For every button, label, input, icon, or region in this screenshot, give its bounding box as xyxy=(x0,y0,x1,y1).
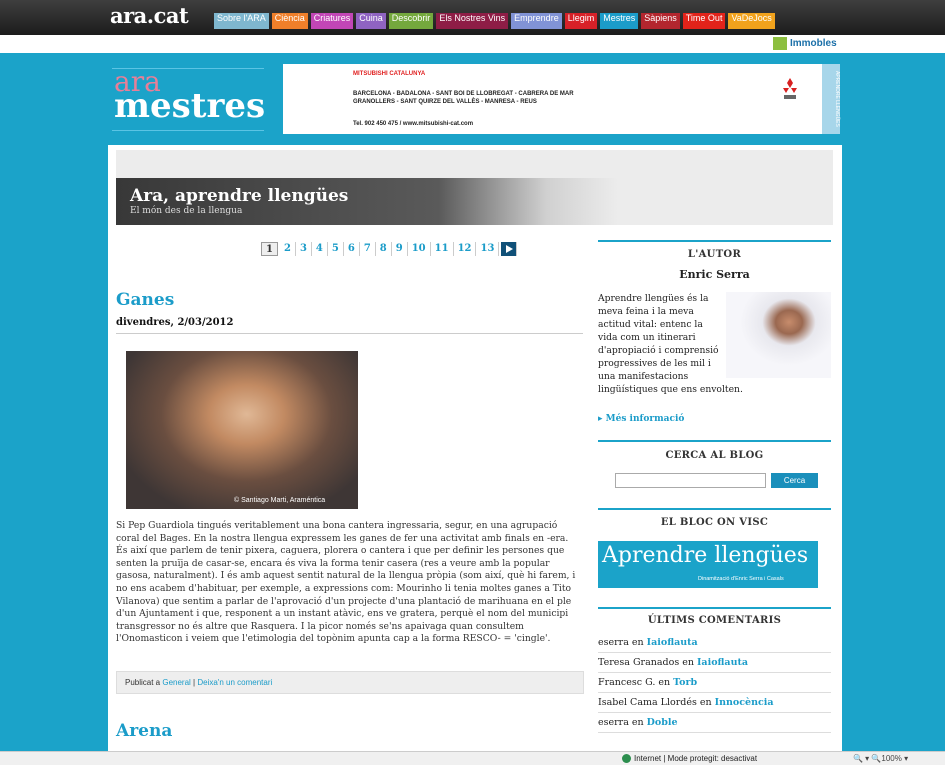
author-name: Enric Serra xyxy=(679,268,750,281)
page-link-9[interactable]: 9 xyxy=(392,242,408,256)
nav-item-0[interactable]: Sobre l'ARA xyxy=(214,13,269,29)
comment-post-link[interactable]: Iaioflauta xyxy=(647,637,698,648)
comment-author: Teresa Granados xyxy=(598,657,680,668)
ad-side-label: APRENDRE LLENGÜES xyxy=(822,64,840,134)
pagination: 1 2 3 4 5 6 7 8 9 10 11 12 13 xyxy=(261,242,518,256)
author-photo xyxy=(726,292,831,378)
brand-mestres[interactable]: mestres xyxy=(114,86,265,126)
leave-comment-link[interactable]: Deixa'n un comentari xyxy=(197,678,272,687)
search-input[interactable] xyxy=(615,473,766,488)
post-divider xyxy=(116,333,583,334)
nav-item-11[interactable]: VaDeJocs xyxy=(728,13,775,29)
immobles-link[interactable]: Immobles xyxy=(773,37,837,50)
post-footer: Publicat a General | Deixa'n un comentar… xyxy=(116,671,584,694)
zoom-control[interactable]: 🔍 ▾ 🔍100% ▾ xyxy=(853,754,908,763)
page-link-1[interactable]: 1 xyxy=(261,242,278,256)
comment-item: Teresa Granados en Iaioflauta xyxy=(598,653,831,673)
visc-title: Aprendre llengües xyxy=(602,543,809,568)
comments-list: eserra en Iaioflauta Teresa Granados en I… xyxy=(598,633,831,733)
nav-item-6[interactable]: Emprendre xyxy=(511,13,562,29)
category-link[interactable]: General xyxy=(162,678,190,687)
search-button[interactable]: Cerca xyxy=(771,473,818,488)
protection-status: Internet | Mode protegit: desactivat xyxy=(622,754,757,763)
blog-title[interactable]: Ara, aprendre llengües xyxy=(130,186,348,206)
page-top-strip xyxy=(116,150,833,178)
author-heading: L'AUTOR xyxy=(687,249,742,260)
page-link-6[interactable]: 6 xyxy=(344,242,360,256)
comments-heading: ÚLTIMS COMENTARIS xyxy=(647,615,782,626)
blog-subtitle: El món des de la llengua xyxy=(130,206,243,216)
comment-post-link[interactable]: Doble xyxy=(647,717,678,728)
next-post-title[interactable]: Arena xyxy=(116,721,172,741)
sidebar-rule xyxy=(598,240,831,242)
search-heading: CERCA AL BLOG xyxy=(665,450,764,461)
sidebar-rule xyxy=(598,440,831,442)
nav-item-2[interactable]: Criatures xyxy=(310,13,354,29)
page-link-5[interactable]: 5 xyxy=(328,242,344,256)
page-link-7[interactable]: 7 xyxy=(360,242,376,256)
top-navigation-bar: ara.cat Sobre l'ARA Ciència Criatures Cuina… xyxy=(0,0,945,35)
nav-item-9[interactable]: Sàpiens xyxy=(641,13,680,29)
photo-credit: © Santiago Marti, Araméntica xyxy=(234,497,326,504)
sidebar-rule xyxy=(598,607,831,609)
comment-post-link[interactable]: Torb xyxy=(673,677,697,688)
comment-sep: en xyxy=(696,697,715,708)
comment-author: Francesc G. xyxy=(598,677,656,688)
nav-item-1[interactable]: Ciència xyxy=(271,13,308,29)
sidebar-rule xyxy=(598,508,831,510)
comment-author: eserra xyxy=(598,717,629,728)
ad-line2: GRANOLLERS - SANT QUIRZE DEL VALLÈS - MA… xyxy=(353,99,537,105)
ad-tel: Tel. 902 450 475 / www.mitsubishi-cat.co… xyxy=(353,121,474,127)
header-rule-bottom xyxy=(112,130,264,131)
comment-sep: en xyxy=(655,677,674,688)
page-link-12[interactable]: 12 xyxy=(454,242,477,256)
browser-status-bar: Internet | Mode protegit: desactivat 🔍 ▾… xyxy=(0,751,945,765)
page-link-10[interactable]: 10 xyxy=(408,242,431,256)
post-date: divendres, 2/03/2012 xyxy=(116,317,234,328)
author-bio: Aprendre llengües és la meva feina i la … xyxy=(598,292,831,396)
next-page-icon[interactable] xyxy=(501,242,518,256)
nav-item-8[interactable]: Mestres xyxy=(600,13,639,29)
comment-sep: en xyxy=(679,657,697,668)
nav-item-3[interactable]: Cuina xyxy=(356,13,386,29)
comment-sep: en xyxy=(628,717,647,728)
more-info-link[interactable]: ▸ Més informació xyxy=(598,414,684,424)
page-link-3[interactable]: 3 xyxy=(296,242,312,256)
comment-item: Francesc G. en Torb xyxy=(598,673,831,693)
immobles-icon xyxy=(773,37,787,50)
comment-item: Isabel Cama Llordés en Innocència xyxy=(598,693,831,713)
comment-item: eserra en Iaioflauta xyxy=(598,633,831,653)
mitsubishi-logo-icon xyxy=(783,78,797,99)
comment-sep: en xyxy=(628,637,647,648)
comment-post-link[interactable]: Innocència xyxy=(715,697,774,708)
page-link-11[interactable]: 11 xyxy=(431,242,454,256)
globe-icon xyxy=(622,754,631,763)
ad-line1: BARCELONA - BADALONA - SANT BOI DE LLOBR… xyxy=(353,91,574,97)
page-link-4[interactable]: 4 xyxy=(312,242,328,256)
visc-heading: EL BLOC ON VISC xyxy=(660,517,769,528)
advertisement-banner[interactable]: MITSUBISHI CATALUNYA BARCELONA - BADALON… xyxy=(283,64,840,134)
section-menu: Sobre l'ARA Ciència Criatures Cuina Descobri… xyxy=(214,13,775,29)
page-link-2[interactable]: 2 xyxy=(280,242,296,256)
visc-subtitle: Dinamització d'Enric Serra i Casals xyxy=(698,576,784,582)
post-title[interactable]: Ganes xyxy=(116,290,174,310)
post-body: Si Pep Guardiola tingués veritablement u… xyxy=(116,520,576,645)
comment-author: eserra xyxy=(598,637,629,648)
page-link-13[interactable]: 13 xyxy=(476,242,500,256)
site-logo[interactable]: ara.cat xyxy=(110,3,189,28)
comment-author: Isabel Cama Llordés xyxy=(598,697,697,708)
ad-company: MITSUBISHI CATALUNYA xyxy=(353,71,426,77)
page-link-8[interactable]: 8 xyxy=(376,242,392,256)
nav-item-10[interactable]: Time Out xyxy=(682,13,726,29)
nav-item-4[interactable]: Descobrir xyxy=(388,13,434,29)
nav-item-7[interactable]: Llegim xyxy=(564,13,598,29)
nav-item-5[interactable]: Els Nostres Vins xyxy=(436,13,509,29)
comment-post-link[interactable]: Iaioflauta xyxy=(697,657,748,668)
comment-item: eserra en Doble xyxy=(598,713,831,733)
post-image xyxy=(126,351,358,509)
